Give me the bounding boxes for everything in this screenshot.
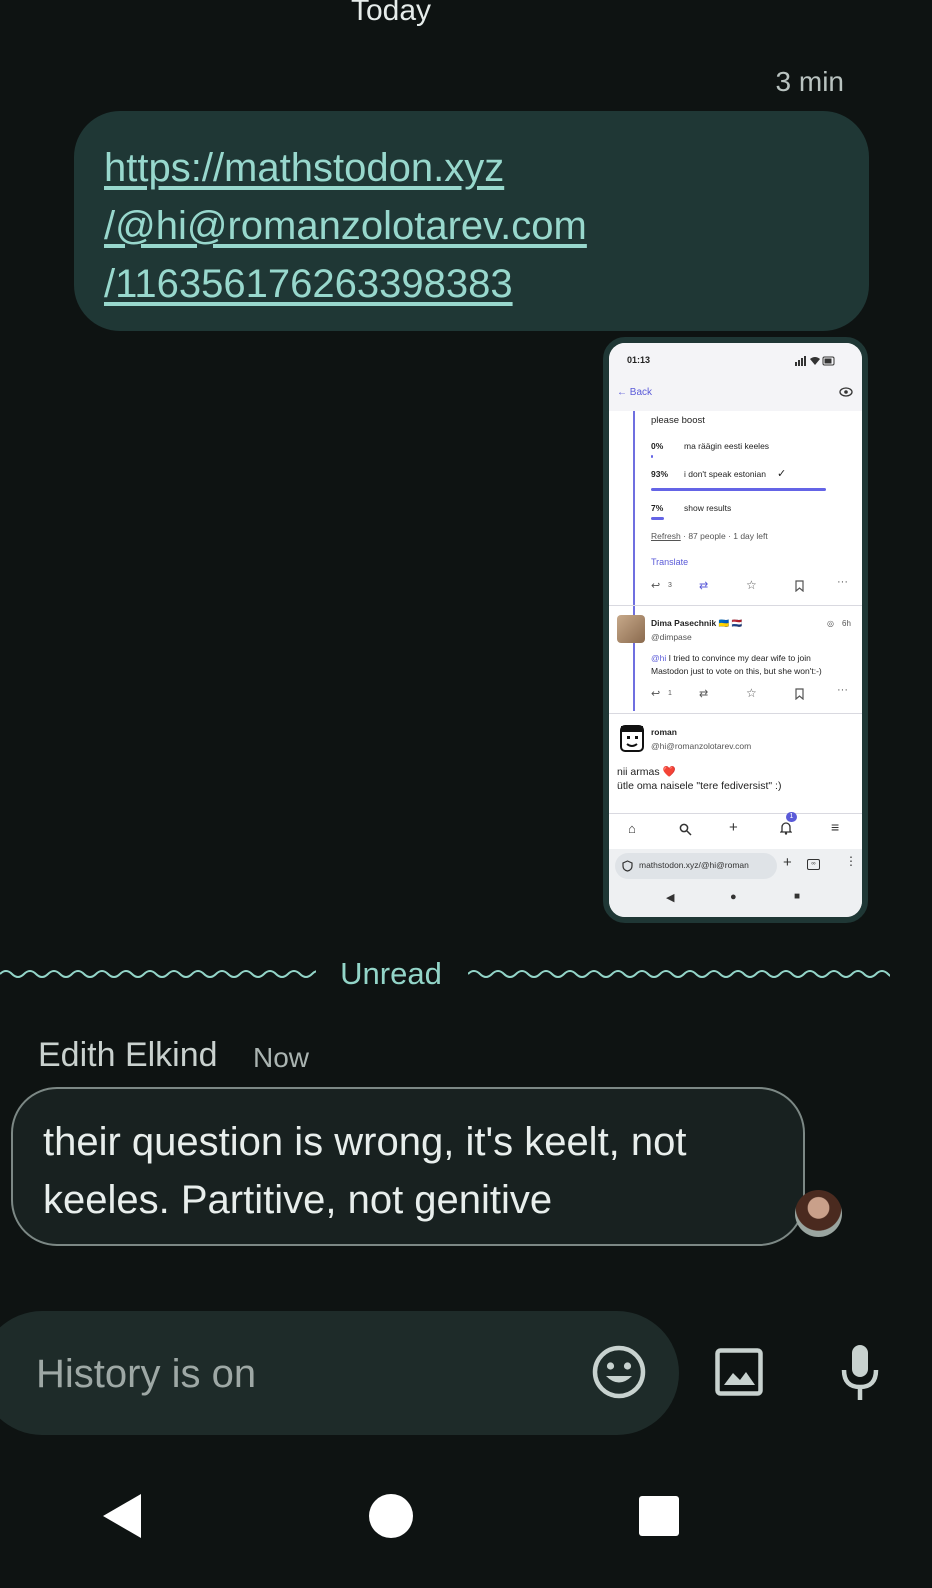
message-link-line-3[interactable]: /116356176263398383 <box>104 255 839 313</box>
notification-badge: 1 <box>786 812 797 822</box>
poll-refresh-link: Refresh <box>651 531 681 541</box>
outgoing-message-bubble[interactable]: https://mathstodon.xyz /@hi@romanzolotar… <box>74 111 869 331</box>
poll-question: please boost <box>651 415 705 426</box>
recents-icon[interactable] <box>639 1496 679 1536</box>
home-icon: ⌂ <box>628 821 636 836</box>
poll-option-2-bar <box>651 488 826 491</box>
incoming-message-line-2: keeles. Partitive, not genitive <box>43 1178 553 1222</box>
incoming-message-bubble[interactable]: their question is wrong, it's keelt, not… <box>11 1087 805 1246</box>
author-handle: @hi@romanzolotarev.com <box>651 741 752 751</box>
reply-author-name: Dima Pasechnik 🇺🇦 🇳🇱 <box>651 618 743 628</box>
author-text-line-1: nii armas ❤️ <box>617 766 676 778</box>
back-label: Back <box>629 387 653 398</box>
shield-icon <box>622 860 633 872</box>
reply-count: 3 <box>668 582 672 589</box>
star-icon: ☆ <box>746 686 757 700</box>
divider <box>609 713 862 714</box>
reply-all-icon: ↩ <box>651 688 661 700</box>
url-text: mathstodon.xyz/@hi@roman <box>639 860 749 870</box>
bell-icon <box>780 822 792 835</box>
divider <box>609 605 862 606</box>
reply-text-line-1: @hi I tried to convince my dear wife to … <box>651 653 811 663</box>
date-header: Today <box>350 0 432 27</box>
menu-icon: ≡ <box>831 819 840 835</box>
poll-option-1-percent: 0% <box>651 441 664 451</box>
boost-icon: ⇄ <box>699 688 709 700</box>
boost-icon: ⇄ <box>699 580 709 592</box>
incoming-message-time: Now <box>253 1042 310 1073</box>
bookmark-icon <box>795 580 804 592</box>
browser-menu-icon: ⋮ <box>845 854 857 868</box>
message-link-line-2[interactable]: /@hi@romanzolotarev.com <box>104 197 839 255</box>
message-link-line-1[interactable]: https://mathstodon.xyz <box>104 139 839 197</box>
new-tab-icon: + <box>783 854 792 871</box>
status-icons <box>795 356 835 366</box>
incoming-message-line-1: their question is wrong, it's keelt, not <box>43 1120 687 1164</box>
system-navigation-bar <box>0 1482 932 1582</box>
reply-text-line-2: Mastodon just to vote on this, but she w… <box>651 666 822 676</box>
star-icon: ☆ <box>746 578 757 592</box>
globe-icon: ◎ <box>827 619 834 628</box>
poll-option-2-percent: 93% <box>651 469 669 479</box>
home-circle-icon: ● <box>730 891 737 903</box>
reply-handle: @dimpase <box>651 632 692 642</box>
back-icon[interactable] <box>101 1492 143 1540</box>
emoji-icon[interactable] <box>591 1344 647 1400</box>
microphone-icon[interactable] <box>839 1343 881 1403</box>
image-icon[interactable] <box>715 1348 763 1396</box>
poll-meta: Refresh · 87 people · 1 day left <box>651 531 768 541</box>
divider <box>609 813 862 814</box>
back-button: ← Back <box>617 387 652 398</box>
poll-option-3-label: show results <box>684 503 732 513</box>
pixel-face-avatar <box>620 725 644 752</box>
arrow-left-icon: ← <box>617 387 630 398</box>
message-input[interactable] <box>36 1344 576 1404</box>
author-text-line-2: ütle oma naisele "tere fediversist" :) <box>617 780 782 792</box>
author-name: roman <box>651 727 677 737</box>
reply-avatar <box>617 615 645 643</box>
outgoing-message-time: 3 min <box>775 66 844 97</box>
back-triangle-icon: ◀ <box>666 892 675 904</box>
attachment-status-time: 01:13 <box>627 355 651 365</box>
search-icon <box>679 823 692 836</box>
translate-link: Translate <box>651 557 689 567</box>
reply-text: I tried to convince my dear wife to join <box>666 653 811 663</box>
reply-time: 6h <box>842 619 851 628</box>
more-icon: ··· <box>837 684 848 696</box>
recents-square-icon: ■ <box>794 891 801 902</box>
thread-line <box>633 411 635 711</box>
image-attachment[interactable]: 01:13 ← Back please boost 0% ma räägin e… <box>603 337 868 923</box>
poll-option-2-label: i don't speak estonian <box>684 469 766 479</box>
poll-option-1-label: ma räägin eesti keeles <box>684 441 770 451</box>
bookmark-icon <box>795 688 804 700</box>
unread-divider: Unread <box>0 948 890 998</box>
poll-meta-text: · 87 people · 1 day left <box>683 531 768 541</box>
plus-icon: + <box>729 819 738 836</box>
more-icon: ··· <box>837 576 848 588</box>
eye-icon <box>839 387 853 397</box>
poll-option-1-bar <box>651 455 653 458</box>
poll-option-3-bar <box>651 517 665 520</box>
sender-name: Edith Elkind <box>38 1036 218 1074</box>
sender-avatar[interactable] <box>795 1190 842 1237</box>
checkmark-icon: ✓ <box>777 468 787 480</box>
reply-reply-count: 1 <box>668 690 672 697</box>
reply-icon: ↩ <box>651 580 661 592</box>
wave-line-right <box>468 970 890 978</box>
reply-mention: @hi <box>651 653 667 663</box>
tabs-icon: ∞ <box>807 859 820 870</box>
home-icon[interactable] <box>368 1493 414 1539</box>
poll-option-3-percent: 7% <box>651 503 664 513</box>
